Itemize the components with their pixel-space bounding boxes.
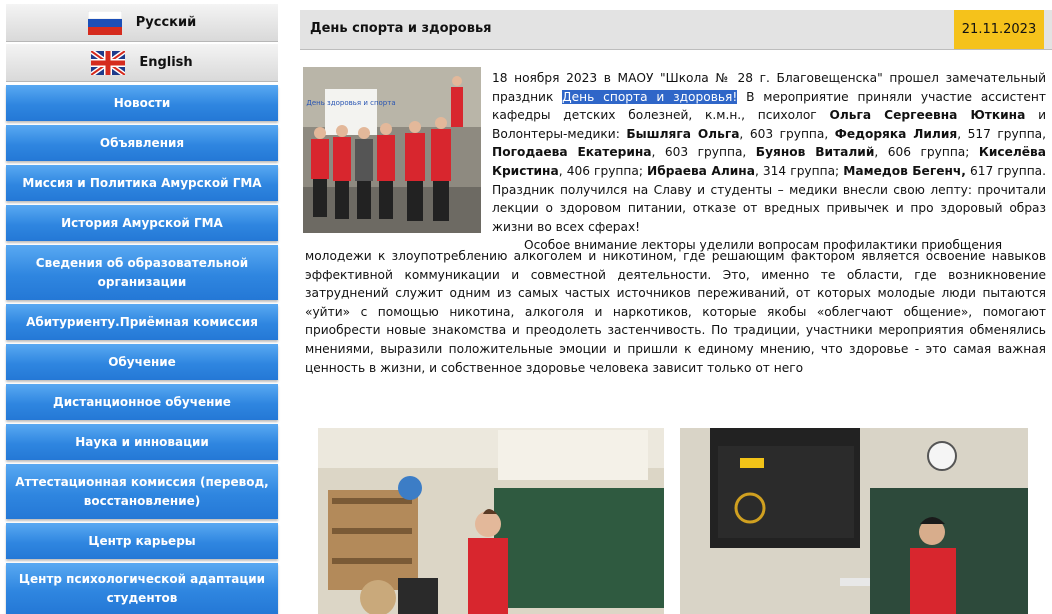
- group-photo[interactable]: День здоровья и спорта: [303, 67, 481, 233]
- menu-item-distance-learning[interactable]: Дистанционное обучение: [6, 384, 278, 420]
- classroom-photo-1[interactable]: [318, 428, 664, 614]
- article-header: День спорта и здоровья 21.11.2023: [300, 10, 1052, 50]
- menu-item-label: Центр карьеры: [88, 533, 196, 548]
- menu-item-admission[interactable]: Абитуриенту.Приёмная комиссия: [6, 304, 278, 340]
- menu-item-label: Обучение: [108, 354, 176, 369]
- menu-item-label: История Амурской ГМА: [61, 215, 223, 230]
- menu-item-announcements[interactable]: Объявления: [6, 125, 278, 161]
- language-english-label: English: [139, 55, 193, 70]
- language-russian-label: Русский: [135, 15, 197, 30]
- volunteer-name: Погодаева Екатерина: [492, 145, 652, 160]
- classroom-photo-1-image: [318, 428, 664, 614]
- menu-item-label: Дистанционное обучение: [53, 394, 231, 409]
- article-text-bottom: молодежи к злоупотреблению алкоголем и н…: [305, 247, 1046, 377]
- article-title: День спорта и здоровья: [310, 21, 492, 36]
- menu-item-label: Сведения об образовательной организации: [35, 255, 249, 289]
- language-russian[interactable]: Русский: [6, 4, 278, 42]
- sidebar: Русский English Новости Объявления Мисси…: [0, 0, 285, 614]
- article-date: 21.11.2023: [954, 10, 1044, 49]
- menu-item-attestation[interactable]: Аттестационная комиссия (перевод, восста…: [6, 464, 278, 519]
- article-text: молодежи к злоупотреблению алкоголем и н…: [305, 249, 1046, 375]
- menu-item-mission[interactable]: Миссия и Политика Амурской ГМА: [6, 165, 278, 201]
- volunteer-group: , 606 группа;: [874, 145, 979, 160]
- volunteer-name: Ибраева Алина: [647, 163, 755, 178]
- menu-item-news[interactable]: Новости: [6, 85, 278, 121]
- classroom-photo-2[interactable]: [680, 428, 1028, 614]
- volunteer-group: , 314 группа;: [754, 163, 844, 178]
- menu-item-label: Новости: [113, 95, 171, 110]
- menu-item-label: Наука и инновации: [75, 434, 209, 449]
- language-english[interactable]: English: [6, 44, 278, 82]
- volunteer-name: Мамедов Бегенч,: [843, 163, 966, 178]
- menu-item-label: Абитуриенту.Приёмная комиссия: [26, 314, 258, 329]
- menu-item-history[interactable]: История Амурской ГМА: [6, 205, 278, 241]
- article-text-top: 18 ноября 2023 в МАОУ "Школа № 28 г. Бла…: [492, 69, 1046, 255]
- group-photo-image: День здоровья и спорта: [303, 67, 481, 233]
- volunteer-group: , 406 группа;: [558, 163, 648, 178]
- menu-item-science[interactable]: Наука и инновации: [6, 424, 278, 460]
- menu-item-label: Центр психологической адаптации студенто…: [18, 571, 266, 605]
- menu-item-career[interactable]: Центр карьеры: [6, 523, 278, 559]
- volunteer-name: Федоряка Лилия: [834, 126, 958, 141]
- volunteer-name: Буянов Виталий: [755, 145, 875, 160]
- menu-item-label: Миссия и Политика Амурской ГМА: [22, 175, 262, 190]
- highlighted-event-name: День спорта и здоровья!: [562, 89, 738, 104]
- poster-text: День здоровья и спорта: [306, 99, 395, 107]
- russia-flag-icon: [87, 10, 122, 35]
- volunteer-group: , 603 группа,: [739, 126, 835, 141]
- menu-item-org-info[interactable]: Сведения об образовательной организации: [6, 245, 278, 300]
- menu-item-label: Объявления: [99, 135, 185, 150]
- volunteer-group: , 603 группа,: [651, 145, 756, 160]
- volunteer-group: , 517 группа,: [957, 126, 1047, 141]
- classroom-photo-2-image: [680, 428, 1028, 614]
- psychologist-name: Ольга Сергеевна Юткина: [829, 108, 1026, 123]
- menu-item-label: Аттестационная комиссия (перевод, восста…: [15, 474, 269, 508]
- menu-item-education[interactable]: Обучение: [6, 344, 278, 380]
- menu-item-psych-center[interactable]: Центр психологической адаптации студенто…: [6, 563, 278, 614]
- uk-flag-icon: [91, 50, 126, 75]
- volunteer-name: Бышляга Ольга: [626, 126, 740, 141]
